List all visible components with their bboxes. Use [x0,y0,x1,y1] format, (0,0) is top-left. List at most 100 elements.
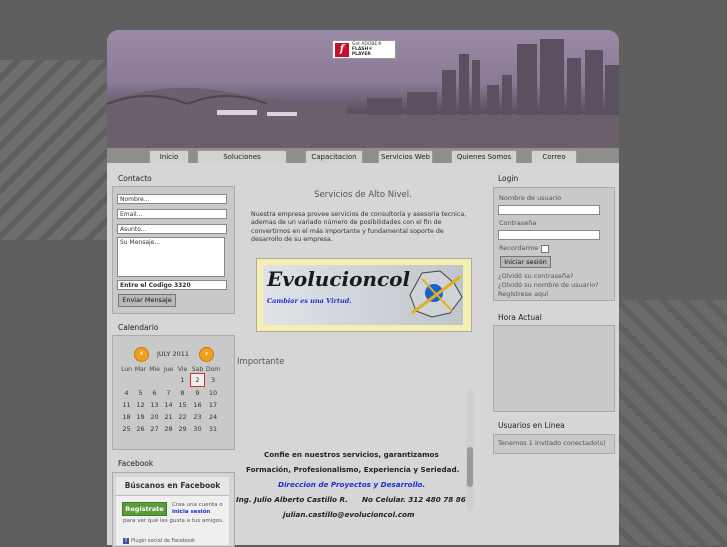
calendar-next-icon[interactable]: › [199,347,214,362]
calendar-day[interactable]: 24 [206,411,220,423]
calendar-day[interactable]: 22 [176,411,189,423]
forgot-username-link[interactable]: ¿Olvidó su nombre de usuario? [498,281,599,289]
nav-quienes-somos[interactable]: Quienes Somos [451,150,517,163]
username-input[interactable] [498,205,600,215]
calendar-day[interactable]: 16 [190,399,205,411]
facebook-text1: Crea una cuenta o [172,502,223,508]
calendar-day[interactable]: 12 [134,399,147,411]
calendar-day[interactable]: 1 [176,373,189,387]
contact-name-input[interactable]: Nombre... [117,194,227,204]
calendar-day [120,373,133,387]
scrollbar[interactable] [466,389,474,511]
important-heading: Importante [237,357,285,367]
calendar-day-header: Lun [121,366,132,373]
nav-soluciones[interactable]: Soluciones Empresariales [197,150,287,173]
calendar-day[interactable]: 3 [206,373,220,387]
password-label: Contraseña [499,219,537,227]
calendar-day[interactable]: 19 [134,411,147,423]
banner-title: Evolucioncol [267,267,411,291]
remember-label: Recordarme [499,244,539,252]
calendar-day [148,373,161,387]
contact-subject-input[interactable]: Asunto... [117,224,227,234]
calendar-day[interactable]: 15 [176,399,189,411]
banner-tagline: Cambiar es una Virtud. [267,297,352,305]
calendar-day-header: Dom [206,366,221,373]
calendar-day[interactable]: 31 [206,423,220,435]
calendar-day[interactable]: 23 [190,411,205,423]
login-title: Login [498,174,519,183]
nav-inicio[interactable]: Inicio [149,150,189,163]
main-paragraph: Nuestra empresa provee servicios de cons… [251,211,467,244]
calendar-day[interactable]: 10 [206,387,220,399]
facebook-plugin: f Plugin social de Facebook [123,538,227,544]
facebook-header: Búscanos en Facebook [116,477,229,496]
facebook-register-button[interactable]: Regístrate [122,502,167,516]
online-title: Usuarios en Linea [498,421,565,430]
flash-player-badge[interactable]: f Get ADOBE® FLASH® PLAYER [332,40,396,59]
calendar-day[interactable]: 20 [148,411,161,423]
calendar-day[interactable]: 13 [148,399,161,411]
captcha-code-field[interactable]: Entre el Codigo 3320 [117,280,227,290]
calendar-day[interactable]: 29 [176,423,189,435]
background-pattern-right [617,300,727,545]
scrollbar-thumb[interactable] [467,447,473,487]
send-message-button[interactable]: Enviar Mensaje [118,294,176,307]
nav-capacitacion[interactable]: Capacitacion [305,150,363,163]
contact-email-input[interactable]: Email... [117,209,227,219]
calendar-title: Calendario [118,323,159,332]
facebook-text: Crea una cuenta o inicia sesión [172,502,228,516]
calendar-day[interactable]: 28 [162,423,175,435]
calendar-day[interactable]: 27 [148,423,161,435]
calendar-day[interactable]: 26 [134,423,147,435]
contact-message-textarea[interactable]: Su Mensaje... [117,237,225,277]
username-label: Nombre de usuario [499,194,562,202]
calendar-month: JULY 2011 [156,350,189,358]
trust-line: Confie en nuestros servicios, garantizam… [264,450,439,459]
background-pattern-left [0,60,110,240]
calendar-day [134,373,147,387]
contact-title: Contacto [118,174,152,183]
calendar-day[interactable]: 8 [176,387,189,399]
calendar-day[interactable]: 21 [162,411,175,423]
calendar-day[interactable]: 30 [190,423,205,435]
cell-number: No Celular. 312 480 78 86 [362,495,466,504]
login-button[interactable]: Iniciar sesión [500,256,551,268]
nav-correo[interactable]: Correo [531,150,577,163]
calendar-day[interactable]: 4 [120,387,133,399]
calendar-day-header: Vie [177,366,188,373]
clock-panel [493,325,615,412]
calendar-day-header: Sab [191,366,204,373]
facebook-text2: para ver qué les gusta a tus amigos. [123,518,224,524]
facebook-login-link[interactable]: inicia sesión [172,509,210,515]
online-text: Tenemos 1 invitado conectado(s) [498,439,606,447]
main-heading: Servicios de Alto Nivel. [314,190,412,200]
calendar-day[interactable]: 18 [120,411,133,423]
map-logo-icon [409,270,463,318]
calendar-day[interactable]: 11 [120,399,133,411]
password-input[interactable] [498,230,600,240]
calendar-day[interactable]: 14 [162,399,175,411]
calendar-prev-icon[interactable]: ‹ [134,347,149,362]
facebook-plugin-label: Plugin social de Facebook [131,538,196,544]
calendar-day-header: Jue [163,366,174,373]
calendar-day[interactable]: 9 [190,387,205,399]
calendar-day[interactable]: 17 [206,399,220,411]
register-link[interactable]: Regístrese aquí [498,290,548,298]
calendar-day[interactable]: 6 [148,387,161,399]
remember-checkbox[interactable] [541,245,549,253]
calendar-day-header: Mie [149,366,160,373]
calendar-today[interactable]: 2 [190,373,205,387]
calendar-day-header: Mar [134,366,147,373]
evolucioncol-banner: Evolucioncol Cambiar es una Virtud. [256,258,472,332]
calendar-day[interactable]: 7 [162,387,175,399]
forgot-password-link[interactable]: ¿Olvidó su contraseña? [498,272,574,280]
facebook-title: Facebook [118,459,154,468]
contact-email: julian.castillo@evolucioncol.com [283,510,415,519]
calendar-day[interactable]: 5 [134,387,147,399]
engineer-name: Ing. Julio Alberto Castillo R. [236,495,348,504]
calendar-day[interactable]: 25 [120,423,133,435]
header-banner: f Get ADOBE® FLASH® PLAYER [107,30,619,148]
qualities-line: Formación, Profesionalismo, Experiencia … [246,465,460,474]
nav-servicios-web[interactable]: Servicios Web [378,150,433,163]
main-nav: Inicio Soluciones Empresariales Capacita… [107,148,619,173]
